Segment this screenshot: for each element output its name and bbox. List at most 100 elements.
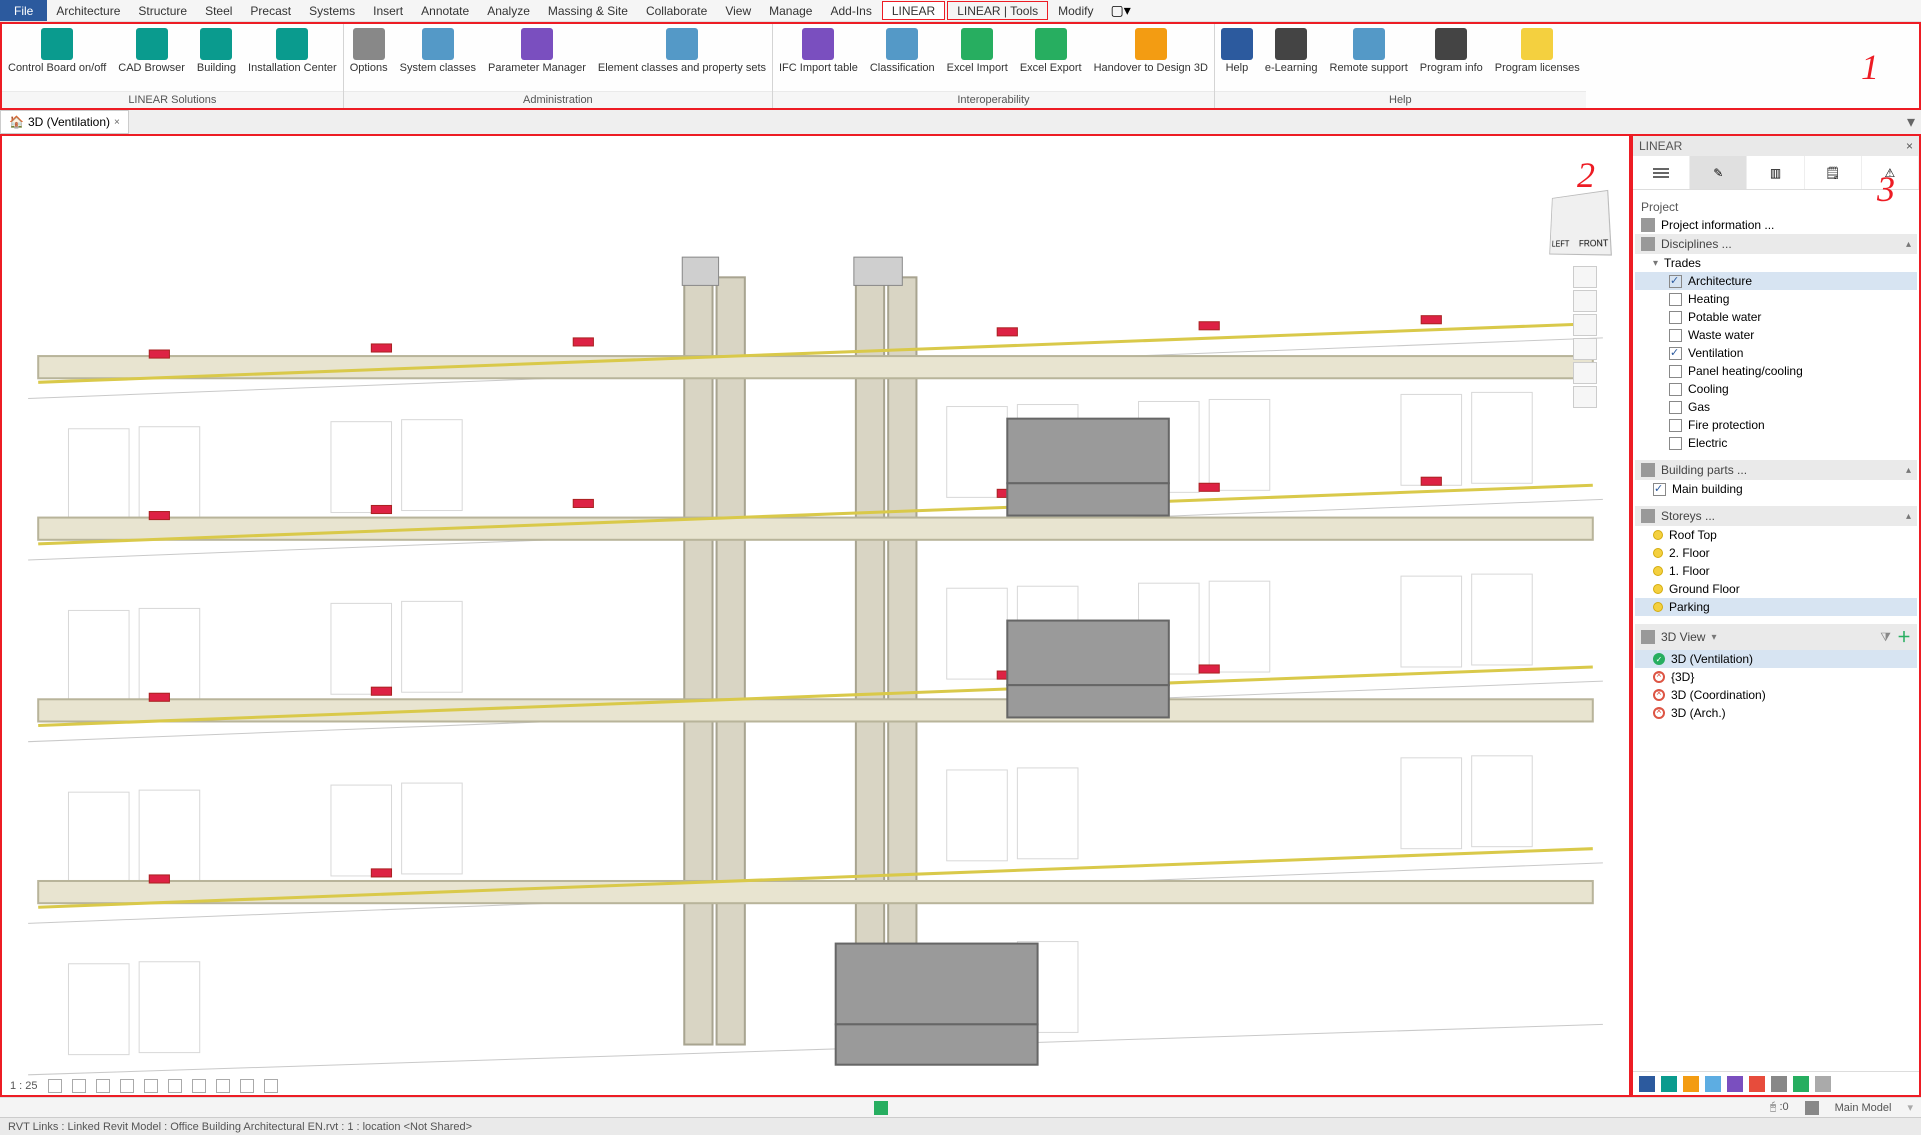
view-3d-arch[interactable]: 3D (Arch.) (1635, 704, 1917, 722)
menu-structure[interactable]: Structure (129, 0, 196, 21)
filter-icon[interactable]: ⧩ (1880, 630, 1891, 645)
tool-6-icon[interactable] (1749, 1076, 1765, 1092)
checkbox[interactable] (1653, 483, 1666, 496)
btn-excel-import[interactable]: Excel Import (941, 26, 1014, 91)
menu-steel[interactable]: Steel (196, 0, 241, 21)
checkbox[interactable] (1669, 275, 1682, 288)
menu-extra-icon[interactable]: ▢▾ (1110, 0, 1130, 21)
model-icon[interactable] (1805, 1101, 1819, 1115)
tool-2-icon[interactable] (1661, 1076, 1677, 1092)
menu-annotate[interactable]: Annotate (412, 0, 478, 21)
view-3d-ventilation[interactable]: ✓3D (Ventilation) (1635, 650, 1917, 668)
menu-view[interactable]: View (716, 0, 760, 21)
btn-parameter-manager[interactable]: Parameter Manager (482, 26, 592, 91)
checkbox[interactable] (1669, 293, 1682, 306)
checkbox[interactable] (1669, 329, 1682, 342)
row-3dview[interactable]: 3D View ▾ ⧩ ＋ (1635, 624, 1917, 650)
nav-compass-icon[interactable] (1573, 266, 1597, 288)
view-3d-coordination[interactable]: 3D (Coordination) (1635, 686, 1917, 704)
panel-tab-columns[interactable]: ▥ (1747, 156, 1804, 189)
row-main-building[interactable]: Main building (1635, 480, 1917, 498)
nav-home-icon[interactable] (1573, 290, 1597, 312)
btn-element-classes[interactable]: Element classes and property sets (592, 26, 772, 91)
checkbox[interactable] (1669, 347, 1682, 360)
btn-control-board[interactable]: Control Board on/off (2, 26, 112, 91)
trade-heating[interactable]: Heating (1635, 290, 1917, 308)
add-view-icon[interactable]: ＋ (1897, 627, 1911, 647)
panel-tab-calc[interactable]: 🗒 (1805, 156, 1862, 189)
row-disciplines[interactable]: Disciplines ...▴ (1635, 234, 1917, 254)
panel-tab-menu[interactable] (1633, 156, 1690, 189)
menu-insert[interactable]: Insert (364, 0, 412, 21)
trade-panel-heating[interactable]: Panel heating/cooling (1635, 362, 1917, 380)
trade-cooling[interactable]: Cooling (1635, 380, 1917, 398)
tool-1-icon[interactable] (1639, 1076, 1655, 1092)
detail-level-icon[interactable] (48, 1079, 62, 1093)
btn-excel-export[interactable]: Excel Export (1014, 26, 1088, 91)
tool-7-icon[interactable] (1771, 1076, 1787, 1092)
view-scale[interactable]: 1 : 25 (10, 1080, 38, 1092)
checkbox[interactable] (1669, 383, 1682, 396)
menu-precast[interactable]: Precast (241, 0, 300, 21)
menu-file[interactable]: File (0, 0, 47, 21)
menu-massing-site[interactable]: Massing & Site (539, 0, 637, 21)
checkbox[interactable] (1669, 311, 1682, 324)
btn-handover-3d[interactable]: Handover to Design 3D (1088, 26, 1214, 91)
tool-9-icon[interactable] (1815, 1076, 1831, 1092)
storey-parking[interactable]: Parking (1635, 598, 1917, 616)
btn-remote-support[interactable]: Remote support (1324, 26, 1414, 91)
reveal-icon[interactable] (264, 1079, 278, 1093)
storey-rooftop[interactable]: Roof Top (1635, 526, 1917, 544)
tool-8-icon[interactable] (1793, 1076, 1809, 1092)
panel-close[interactable]: × (1906, 139, 1913, 153)
visual-style-icon[interactable] (72, 1079, 86, 1093)
nav-zoom-icon[interactable] (1573, 362, 1597, 384)
temp-hide-icon[interactable] (240, 1079, 254, 1093)
trade-waste-water[interactable]: Waste water (1635, 326, 1917, 344)
show-crop-icon[interactable] (192, 1079, 206, 1093)
menu-modify[interactable]: Modify (1049, 0, 1102, 21)
trade-fire[interactable]: Fire protection (1635, 416, 1917, 434)
menu-analyze[interactable]: Analyze (478, 0, 539, 21)
viewport-3d[interactable]: 2 LEFT FRONT (0, 134, 1631, 1097)
row-project-info[interactable]: Project information ... (1635, 216, 1917, 234)
view-tab-close[interactable]: × (114, 117, 120, 128)
trade-gas[interactable]: Gas (1635, 398, 1917, 416)
checkbox[interactable] (1669, 419, 1682, 432)
menu-systems[interactable]: Systems (300, 0, 364, 21)
btn-help[interactable]: Help (1215, 26, 1259, 91)
trade-architecture[interactable]: Architecture (1635, 272, 1917, 290)
nav-full-icon[interactable] (1573, 314, 1597, 336)
sun-path-icon[interactable] (96, 1079, 110, 1093)
menu-linear-tools[interactable]: LINEAR | Tools (947, 1, 1048, 20)
view-tabs-dropdown[interactable]: ▾ (1901, 112, 1921, 132)
nav-orbit-icon[interactable] (1573, 386, 1597, 408)
model-label[interactable]: Main Model (1835, 1102, 1892, 1114)
row-building-parts[interactable]: Building parts ...▴ (1635, 460, 1917, 480)
panel-tab-edit[interactable]: ✎ (1690, 156, 1747, 189)
checkbox[interactable] (1669, 437, 1682, 450)
checkbox[interactable] (1669, 401, 1682, 414)
btn-classification[interactable]: Classification (864, 26, 941, 91)
trade-ventilation[interactable]: Ventilation (1635, 344, 1917, 362)
menu-addins[interactable]: Add-Ins (821, 0, 880, 21)
btn-program-info[interactable]: Program info (1414, 26, 1489, 91)
nav-cube[interactable]: LEFT FRONT (1549, 190, 1612, 256)
menu-architecture[interactable]: Architecture (47, 0, 129, 21)
menu-collaborate[interactable]: Collaborate (637, 0, 716, 21)
tool-5-icon[interactable] (1727, 1076, 1743, 1092)
view-tab-3d-ventilation[interactable]: 🏠 3D (Ventilation) × (0, 110, 129, 134)
btn-system-classes[interactable]: System classes (394, 26, 482, 91)
btn-options[interactable]: Options (344, 26, 394, 91)
row-trades[interactable]: ▾Trades (1635, 254, 1917, 272)
tool-3-icon[interactable] (1683, 1076, 1699, 1092)
btn-building[interactable]: Building (191, 26, 242, 91)
worksets-icon[interactable] (874, 1101, 888, 1115)
btn-program-licenses[interactable]: Program licenses (1489, 26, 1586, 91)
tool-4-icon[interactable] (1705, 1076, 1721, 1092)
trade-potable-water[interactable]: Potable water (1635, 308, 1917, 326)
checkbox[interactable] (1669, 365, 1682, 378)
storey-ground[interactable]: Ground Floor (1635, 580, 1917, 598)
nav-hand-icon[interactable] (1573, 338, 1597, 360)
navcube-front[interactable]: FRONT (1577, 237, 1611, 250)
